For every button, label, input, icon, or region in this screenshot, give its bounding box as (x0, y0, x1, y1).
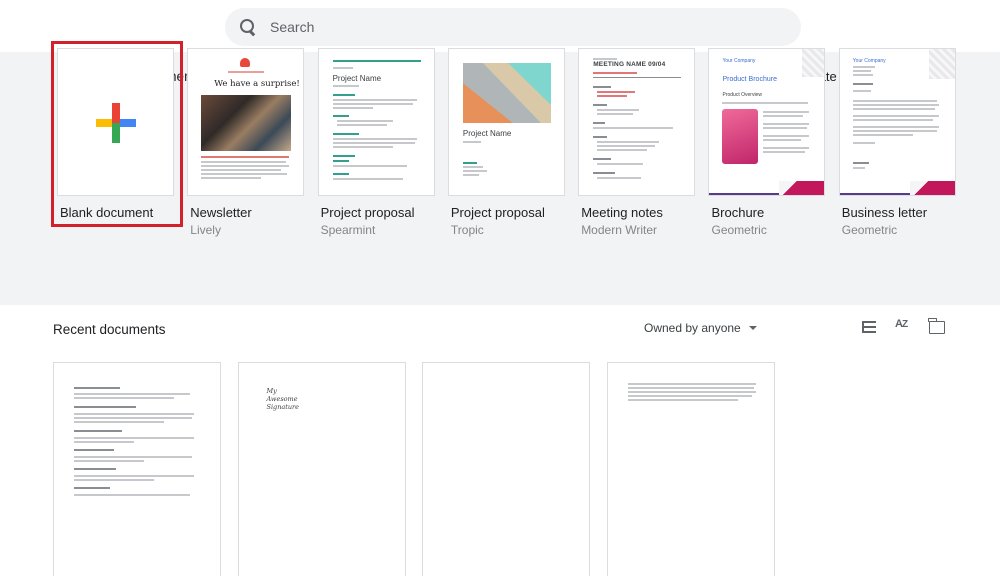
template-name: Project proposal (320, 205, 415, 220)
recent-document-thumbnail[interactable]: My Awesome Signature (237, 362, 406, 576)
recent-document-thumbnail[interactable] (606, 362, 775, 576)
template-business-letter-geometric[interactable]: Your Company Business letter Geometric (838, 48, 956, 237)
template-name: Brochure (711, 205, 765, 220)
list-view-icon[interactable] (862, 321, 876, 333)
template-project-proposal-spearmint[interactable]: Project Name Project proposal Spearmint (317, 48, 435, 237)
template-subtitle: Tropic (450, 223, 484, 237)
owner-filter-label: Owned by anyone (644, 321, 741, 335)
template-newsletter-lively[interactable]: We have a surprise! Newsletter Lively (187, 48, 305, 237)
template-project-proposal-tropic[interactable]: Project Name Project proposal Tropic (447, 48, 565, 237)
template-thumbnail[interactable]: We have a surprise! (187, 48, 305, 196)
template-list: Blank document We have a surprise! Newsl… (57, 48, 969, 237)
letter-company: Your Company (852, 58, 886, 64)
recent-document-thumbnail[interactable] (422, 362, 590, 576)
newsletter-headline: We have a surprise! (214, 79, 300, 89)
template-thumbnail[interactable]: Project Name (447, 48, 565, 196)
recent-documents-list: My Awesome Signature (53, 362, 791, 576)
phone-image (722, 109, 759, 164)
owner-filter-dropdown[interactable]: Owned by anyone (644, 321, 757, 335)
search-bar[interactable] (225, 8, 801, 46)
template-subtitle: Geometric (711, 223, 767, 237)
recent-documents-heading: Recent documents (53, 322, 166, 337)
newsletter-photo (201, 95, 292, 151)
template-subtitle: Lively (190, 223, 221, 237)
search-icon[interactable] (239, 18, 257, 36)
template-thumbnail[interactable]: MEETING NAME 09/04 (578, 48, 696, 196)
sort-az-icon[interactable]: AZ (895, 318, 913, 334)
template-name: Meeting notes (581, 205, 663, 220)
signature-text: My Awesome Signature (266, 387, 300, 411)
template-subtitle: Modern Writer (581, 223, 657, 237)
tropic-title: Project Name (462, 129, 512, 138)
template-meeting-notes-modern-writer[interactable]: MEETING NAME 09/04 Meeting notes Modern … (578, 48, 696, 237)
corner-geometric-shape (802, 49, 825, 77)
template-brochure-geometric[interactable]: Your Company Product Brochure Product Ov… (708, 48, 826, 237)
open-file-picker-folder-icon[interactable] (928, 318, 945, 334)
brochure-overview: Product Overview (722, 92, 762, 98)
template-name: Project proposal (450, 205, 545, 220)
brochure-company: Your Company (722, 58, 756, 64)
spearmint-title: Project Name (332, 74, 382, 83)
template-name: Newsletter (190, 205, 252, 220)
tropic-graphic (462, 63, 551, 123)
heart-icon (240, 58, 251, 67)
template-thumbnail[interactable]: Project Name (317, 48, 435, 196)
template-subtitle: Geometric (841, 223, 898, 237)
search-input[interactable] (270, 19, 750, 35)
bottom-geometric-shape (909, 181, 955, 195)
brochure-title: Product Brochure (722, 76, 777, 83)
meeting-title: MEETING NAME 09/04 (593, 61, 666, 68)
bottom-geometric-shape (779, 181, 825, 195)
template-subtitle: Spearmint (320, 223, 376, 237)
template-name: Business letter (841, 205, 928, 220)
blank-document-highlight (51, 41, 183, 227)
template-thumbnail[interactable]: Your Company Product Brochure Product Ov… (708, 48, 826, 196)
dropdown-arrow-icon (748, 326, 757, 330)
recent-document-thumbnail[interactable] (53, 362, 221, 576)
template-thumbnail[interactable]: Your Company (838, 48, 956, 196)
corner-geometric-shape (928, 49, 955, 79)
